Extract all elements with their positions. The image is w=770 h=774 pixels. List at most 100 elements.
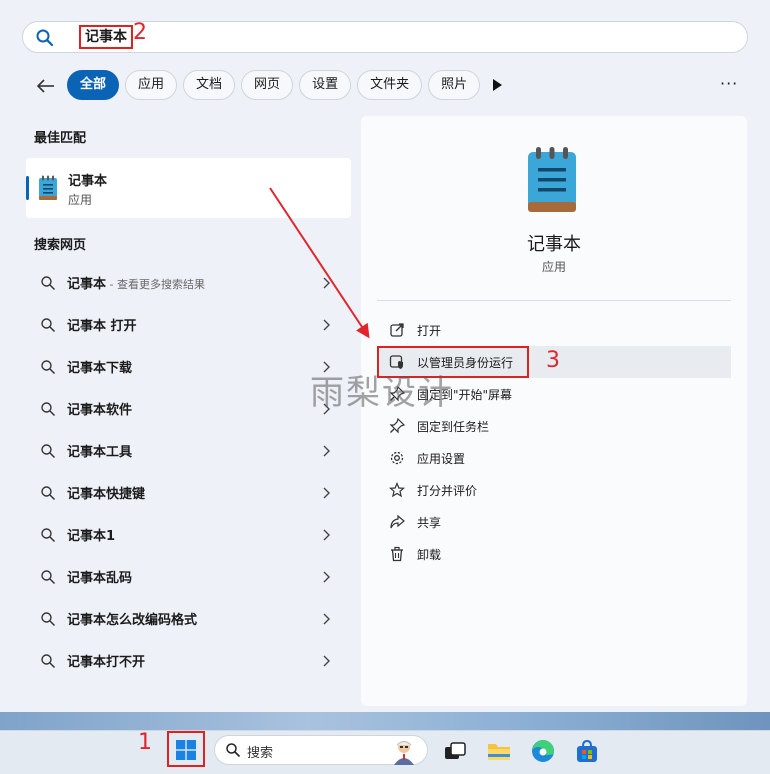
tab-web[interactable]: 网页: [241, 70, 294, 100]
task-view-icon[interactable]: [442, 738, 468, 764]
trash-icon: [391, 546, 403, 562]
search-icon: [41, 570, 56, 585]
web-suggestion-item[interactable]: 记事本 - 查看更多搜索结果: [26, 262, 351, 304]
microsoft-store-icon[interactable]: [574, 738, 600, 764]
best-match-name: 记事本: [68, 174, 108, 189]
back-arrow-icon[interactable]: [34, 74, 58, 98]
share-icon: [390, 514, 405, 529]
more-tabs-play-icon[interactable]: [490, 77, 504, 93]
open-external-icon: [390, 323, 404, 337]
action-uninstall[interactable]: 卸载: [377, 538, 731, 570]
action-label: 固定到"开始"屏幕: [417, 388, 513, 402]
app-title: 记事本: [527, 234, 581, 255]
web-suggestion-label: 记事本 打开: [67, 319, 137, 334]
pin-icon: [389, 418, 405, 434]
chevron-right-icon: [323, 571, 330, 583]
tab-all[interactable]: 全部: [67, 70, 120, 100]
app-detail-panel: 记事本 应用 打开 以管理员身份运行 固定到"开始"屏幕 固定到任务栏 应用设置…: [361, 116, 747, 706]
action-pin-to-start[interactable]: 固定到"开始"屏幕: [377, 378, 731, 410]
search-panel: 记事本 2 全部 应用 文档 网页 设置 文件夹 照片 ··· 最佳匹配 记事本: [0, 0, 770, 712]
chevron-right-icon: [323, 319, 330, 331]
chevron-right-icon: [323, 529, 330, 541]
best-match-item[interactable]: 记事本 应用: [26, 158, 351, 218]
chevron-right-icon: [323, 445, 330, 457]
search-icon: [41, 444, 56, 459]
chevron-right-icon: [323, 361, 330, 373]
web-suggestion-item[interactable]: 记事本工具: [26, 430, 351, 472]
chevron-right-icon: [323, 487, 330, 499]
notepad-large-icon: [528, 147, 576, 212]
search-icon: [41, 360, 56, 375]
web-suggestion-label: 记事本1: [67, 529, 116, 544]
action-label: 固定到任务栏: [417, 420, 490, 434]
action-label: 共享: [417, 516, 442, 530]
tab-photos[interactable]: 照片: [428, 70, 481, 100]
search-icon: [36, 29, 54, 47]
web-suggestion-item[interactable]: 记事本快捷键: [26, 472, 351, 514]
action-app-settings[interactable]: 应用设置: [377, 442, 731, 474]
chevron-right-icon: [323, 613, 330, 625]
action-open[interactable]: 打开: [377, 314, 731, 346]
tab-folders[interactable]: 文件夹: [357, 70, 423, 100]
filter-tabs: 全部 应用 文档 网页 设置 文件夹 照片: [67, 70, 481, 100]
web-suggestion-list: 记事本 - 查看更多搜索结果 记事本 打开 记事本下载 记事本软件 记事本工具 …: [26, 262, 351, 682]
file-explorer-icon[interactable]: [486, 738, 512, 764]
web-suggestion-item[interactable]: 记事本下载: [26, 346, 351, 388]
taskbar-search-placeholder: 搜索: [247, 746, 274, 761]
search-highlight-illustration-icon: [394, 741, 414, 765]
action-rate-review[interactable]: 打分并评价: [377, 474, 731, 506]
web-suggestion-label: 记事本打不开: [67, 655, 146, 670]
action-label: 打开: [417, 324, 442, 338]
chevron-right-icon: [323, 655, 330, 667]
action-label: 卸载: [417, 548, 442, 562]
tab-apps[interactable]: 应用: [125, 70, 178, 100]
taskbar-search-box[interactable]: 搜索: [214, 735, 428, 765]
best-match-type: 应用: [68, 193, 93, 207]
edge-browser-icon[interactable]: [530, 738, 556, 764]
web-suggestion-item[interactable]: 记事本怎么改编码格式: [26, 598, 351, 640]
web-suggestion-label: 记事本下载: [67, 361, 133, 376]
tab-documents[interactable]: 文档: [183, 70, 236, 100]
windows-start-icon[interactable]: [176, 740, 196, 760]
chevron-right-icon: [323, 277, 330, 289]
web-suggestion-label: 记事本软件: [67, 403, 133, 418]
search-bar[interactable]: 记事本: [22, 21, 748, 53]
web-suggestion-label: 记事本快捷键: [67, 487, 146, 502]
more-options-icon[interactable]: ···: [720, 74, 738, 93]
annotation-number-1: 1: [138, 730, 152, 755]
search-icon: [41, 486, 56, 501]
annotation-highlight-box: [377, 346, 529, 378]
app-type: 应用: [541, 260, 566, 274]
selection-indicator: [26, 176, 29, 200]
action-pin-to-taskbar[interactable]: 固定到任务栏: [377, 410, 731, 442]
web-suggestion-item[interactable]: 记事本1: [26, 514, 351, 556]
action-label: 应用设置: [417, 452, 466, 466]
pin-icon: [389, 386, 405, 402]
search-icon: [41, 612, 56, 627]
star-icon: [389, 482, 405, 498]
search-input[interactable]: 记事本: [79, 25, 133, 49]
best-match-heading: 最佳匹配: [34, 131, 87, 146]
web-suggestion-label: 记事本 - 查看更多搜索结果: [67, 277, 205, 292]
search-icon: [41, 276, 56, 291]
web-suggestion-label: 记事本工具: [67, 445, 133, 460]
web-suggestion-item[interactable]: 记事本软件: [26, 388, 351, 430]
web-search-heading: 搜索网页: [34, 238, 87, 253]
search-icon: [41, 528, 56, 543]
notepad-icon: [39, 175, 57, 200]
action-share[interactable]: 共享: [377, 506, 731, 538]
search-icon: [41, 402, 56, 417]
web-suggestion-item[interactable]: 记事本乱码: [26, 556, 351, 598]
web-suggestion-item[interactable]: 记事本 打开: [26, 304, 351, 346]
web-suggestion-item[interactable]: 记事本打不开: [26, 640, 351, 682]
annotation-number-2: 2: [133, 20, 147, 45]
web-suggestion-label: 记事本怎么改编码格式: [67, 613, 198, 628]
divider: [377, 300, 731, 301]
tab-settings[interactable]: 设置: [299, 70, 352, 100]
annotation-number-3: 3: [546, 348, 560, 373]
search-icon: [41, 318, 56, 333]
web-suggestion-label: 记事本乱码: [67, 571, 133, 586]
action-label: 打分并评价: [417, 484, 478, 498]
chevron-right-icon: [323, 403, 330, 415]
search-icon: [41, 654, 56, 669]
